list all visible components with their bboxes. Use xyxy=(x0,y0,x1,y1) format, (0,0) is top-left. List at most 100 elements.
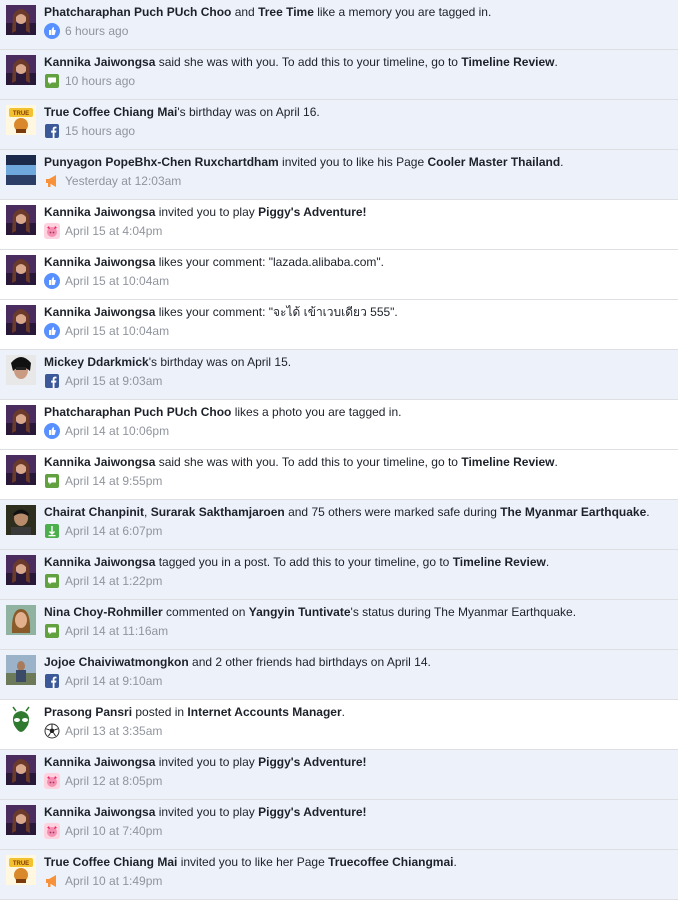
entity-link[interactable]: Punyagon PopeBhx-Chen Ruxchartdham xyxy=(44,155,279,169)
avatar[interactable] xyxy=(6,805,36,835)
entity-link[interactable]: Piggy's Adventure! xyxy=(258,755,366,769)
timestamp[interactable]: April 14 at 9:10am xyxy=(65,673,162,689)
entity-link[interactable]: Timeline Review xyxy=(461,455,554,469)
timestamp[interactable]: April 14 at 9:55pm xyxy=(65,473,162,489)
notification-item[interactable]: TRUE True Coffee Chiang Mai's birthday wa… xyxy=(0,100,678,150)
notification-item[interactable]: Kannika Jaiwongsa likes your comment: "จ… xyxy=(0,300,678,350)
entity-link[interactable]: Piggy's Adventure! xyxy=(258,205,366,219)
safety-icon xyxy=(44,523,60,539)
avatar[interactable] xyxy=(6,455,36,485)
like-icon xyxy=(44,423,60,439)
notification-text-segment: 's birthday was on April 15. xyxy=(148,355,292,369)
entity-link[interactable]: Cooler Master Thailand xyxy=(427,155,560,169)
notification-item[interactable]: Phatcharaphan Puch PUch Choo likes a pho… xyxy=(0,400,678,450)
avatar[interactable] xyxy=(6,5,36,35)
timestamp[interactable]: April 15 at 10:04am xyxy=(65,273,169,289)
entity-link[interactable]: Mickey Ddarkmick xyxy=(44,355,149,369)
entity-link[interactable]: Jojoe Chaiviwatmongkon xyxy=(44,655,189,669)
notification-item[interactable]: TRUE True Coffee Chiang Mai invited you t… xyxy=(0,850,678,900)
entity-link[interactable]: Truecoffee Chiangmai xyxy=(328,855,453,869)
entity-link[interactable]: Kannika Jaiwongsa xyxy=(44,305,155,319)
timestamp[interactable]: April 15 at 10:04am xyxy=(65,323,169,339)
entity-link[interactable]: Nina Choy-Rohmiller xyxy=(44,605,163,619)
avatar[interactable] xyxy=(6,555,36,585)
notification-text: Kannika Jaiwongsa said she was with you.… xyxy=(44,454,670,470)
entity-link[interactable]: Yangyin Tuntivate xyxy=(249,605,351,619)
avatar[interactable] xyxy=(6,155,36,185)
avatar[interactable] xyxy=(6,605,36,635)
avatar[interactable]: TRUE xyxy=(6,105,36,135)
avatar[interactable] xyxy=(6,705,36,735)
notification-text-segment: likes a photo you are tagged in. xyxy=(231,405,402,419)
avatar[interactable] xyxy=(6,255,36,285)
entity-link[interactable]: Surarak Sakthamjaroen xyxy=(151,505,285,519)
notification-item[interactable]: Kannika Jaiwongsa said she was with you.… xyxy=(0,450,678,500)
entity-link[interactable]: Timeline Review xyxy=(453,555,546,569)
notification-item[interactable]: Jojoe Chaiviwatmongkon and 2 other frien… xyxy=(0,650,678,700)
timestamp[interactable]: April 12 at 8:05pm xyxy=(65,773,162,789)
notification-text-segment: invited you to like his Page xyxy=(278,155,428,169)
avatar[interactable] xyxy=(6,655,36,685)
notification-item[interactable]: Kannika Jaiwongsa tagged you in a post. … xyxy=(0,550,678,600)
notification-item[interactable]: Prasong Pansri posted in Internet Accoun… xyxy=(0,700,678,750)
timestamp[interactable]: April 10 at 7:40pm xyxy=(65,823,162,839)
notification-text-segment: . xyxy=(545,555,550,569)
entity-link[interactable]: True Coffee Chiang Mai xyxy=(44,105,177,119)
notification-item[interactable]: Punyagon PopeBhx-Chen Ruxchartdham invit… xyxy=(0,150,678,200)
timestamp[interactable]: April 14 at 10:06pm xyxy=(65,423,169,439)
entity-link[interactable]: Kannika Jaiwongsa xyxy=(44,805,155,819)
notification-text-segment: commented on xyxy=(162,605,249,619)
entity-link[interactable]: Prasong Pansri xyxy=(44,705,132,719)
notification-item[interactable]: Kannika Jaiwongsa invited you to play Pi… xyxy=(0,800,678,850)
notification-item[interactable]: Kannika Jaiwongsa invited you to play Pi… xyxy=(0,750,678,800)
timestamp[interactable]: April 15 at 9:03am xyxy=(65,373,162,389)
notification-item[interactable]: Mickey Ddarkmick's birthday was on April… xyxy=(0,350,678,400)
avatar[interactable] xyxy=(6,305,36,335)
notification-item[interactable]: Kannika Jaiwongsa invited you to play Pi… xyxy=(0,200,678,250)
entity-link[interactable]: Phatcharaphan Puch PUch Choo xyxy=(44,5,231,19)
entity-link[interactable]: Chairat Chanpinit xyxy=(44,505,144,519)
entity-link[interactable]: Internet Accounts Manager xyxy=(187,705,341,719)
notification-item[interactable]: Chairat Chanpinit, Surarak Sakthamjaroen… xyxy=(0,500,678,550)
entity-link[interactable]: Piggy's Adventure! xyxy=(258,805,366,819)
notification-item[interactable]: Nina Choy-Rohmiller commented on Yangyin… xyxy=(0,600,678,650)
avatar[interactable] xyxy=(6,755,36,785)
entity-link[interactable]: Timeline Review xyxy=(461,55,554,69)
entity-link[interactable]: Kannika Jaiwongsa xyxy=(44,755,155,769)
timestamp[interactable]: 10 hours ago xyxy=(65,73,135,89)
notification-text-segment: 's birthday was on April 16. xyxy=(177,105,320,119)
like-icon xyxy=(44,23,60,39)
entity-link[interactable]: True Coffee Chiang Mai xyxy=(44,855,177,869)
timestamp[interactable]: 15 hours ago xyxy=(65,123,135,139)
entity-link[interactable]: Tree Time xyxy=(258,5,314,19)
timestamp[interactable]: April 15 at 4:04pm xyxy=(65,223,162,239)
timestamp[interactable]: April 13 at 3:35am xyxy=(65,723,162,739)
entity-link[interactable]: The Myanmar Earthquake xyxy=(500,505,646,519)
notification-item[interactable]: Kannika Jaiwongsa said she was with you.… xyxy=(0,50,678,100)
entity-link[interactable]: Phatcharaphan Puch PUch Choo xyxy=(44,405,231,419)
notification-text: True Coffee Chiang Mai invited you to li… xyxy=(44,854,670,870)
notification-item[interactable]: Kannika Jaiwongsa likes your comment: "l… xyxy=(0,250,678,300)
avatar[interactable] xyxy=(6,205,36,235)
notification-item[interactable]: Phatcharaphan Puch PUch Choo and Tree Ti… xyxy=(0,0,678,50)
entity-link[interactable]: Kannika Jaiwongsa xyxy=(44,255,155,269)
timestamp[interactable]: April 14 at 1:22pm xyxy=(65,573,162,589)
avatar[interactable]: TRUE xyxy=(6,855,36,885)
notification-text: Mickey Ddarkmick's birthday was on April… xyxy=(44,354,670,370)
timestamp[interactable]: April 14 at 11:16am xyxy=(65,623,168,639)
avatar[interactable] xyxy=(6,355,36,385)
timestamp[interactable]: April 10 at 1:49pm xyxy=(65,873,162,889)
entity-link[interactable]: Kannika Jaiwongsa xyxy=(44,555,155,569)
avatar[interactable] xyxy=(6,405,36,435)
game-icon xyxy=(44,823,60,839)
timestamp[interactable]: Yesterday at 12:03am xyxy=(65,173,181,189)
comment-icon xyxy=(44,473,60,489)
avatar[interactable] xyxy=(6,505,36,535)
entity-link[interactable]: Kannika Jaiwongsa xyxy=(44,55,155,69)
timestamp[interactable]: April 14 at 6:07pm xyxy=(65,523,162,539)
timestamp[interactable]: 6 hours ago xyxy=(65,23,128,39)
avatar[interactable] xyxy=(6,55,36,85)
entity-link[interactable]: Kannika Jaiwongsa xyxy=(44,205,155,219)
notification-text-segment: . xyxy=(554,455,558,469)
entity-link[interactable]: Kannika Jaiwongsa xyxy=(44,455,155,469)
